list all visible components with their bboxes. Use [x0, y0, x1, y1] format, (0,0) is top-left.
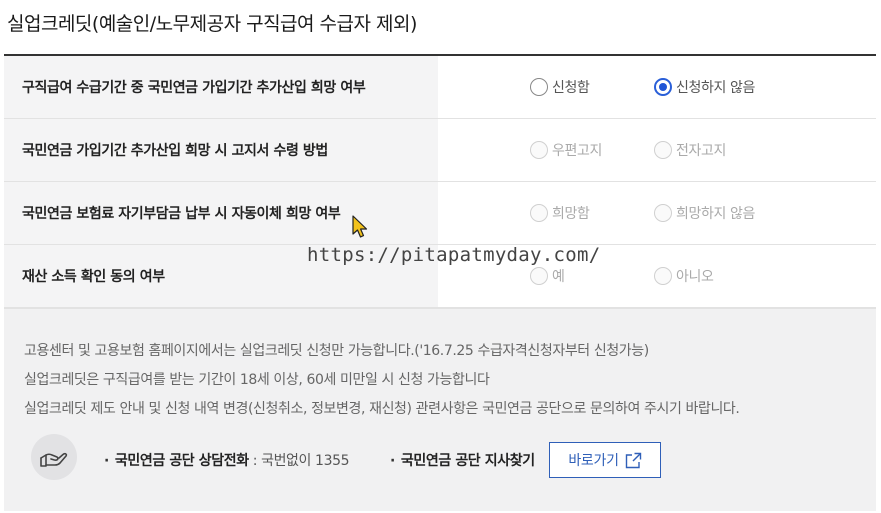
- radio-label: 전자고지: [676, 143, 726, 159]
- row-label-cell: 구직급여 수급기간 중 국민연금 가입기간 추가산입 희망 여부: [4, 56, 438, 118]
- bullet-dot: ·: [104, 453, 109, 469]
- go-button[interactable]: 바로가기: [549, 442, 661, 478]
- radio-label: 예: [552, 269, 565, 285]
- radio-postal-bill[interactable]: 우편고지: [530, 139, 602, 161]
- helping-hand-icon: [31, 434, 77, 480]
- row-label-cell: 국민연금 가입기간 추가산입 희망 시 고지서 수령 방법: [4, 119, 438, 181]
- contact-branch: · 국민연금 공단 지사찾기: [390, 450, 535, 470]
- watermark-url: https://pitapatmyday.com/: [307, 244, 601, 266]
- form-row-bill-method: 국민연금 가입기간 추가산입 희망 시 고지서 수령 방법 우편고지 전자고지: [4, 119, 876, 182]
- radio-apply[interactable]: 신청함: [530, 76, 590, 98]
- info-box: 고용센터 및 고용보험 홈페이지에서는 실업크레딧 신청만 가능합니다.('16…: [4, 308, 876, 511]
- page-title: 실업크레딧(예술인/노무제공자 구직급여 수급자 제외): [7, 13, 417, 35]
- radio-not-want[interactable]: 희망하지 않음: [654, 202, 755, 224]
- radio-label: 우편고지: [552, 143, 602, 159]
- contact-phone-label: 국민연금 공단 상담전화: [114, 453, 249, 469]
- radio-label: 신청함: [552, 80, 590, 96]
- bullet-dot: ·: [390, 453, 395, 469]
- go-button-label: 바로가기: [568, 453, 619, 469]
- radio-circle[interactable]: [654, 267, 672, 285]
- info-note: 실업크레딧 제도 안내 및 신청 내역 변경(신청취소, 정보변경, 재신청) …: [24, 401, 740, 417]
- radio-circle[interactable]: [654, 204, 672, 222]
- radio-label: 희망하지 않음: [676, 206, 755, 222]
- row-label: 재산 소득 확인 동의 여부: [22, 269, 165, 285]
- radio-circle[interactable]: [530, 78, 548, 96]
- info-note: 고용센터 및 고용보험 홈페이지에서는 실업크레딧 신청만 가능합니다.('16…: [24, 343, 649, 359]
- info-note: 실업크레딧은 구직급여를 받는 기간이 18세 이상, 60세 미만일 시 신청…: [24, 372, 490, 388]
- radio-not-apply[interactable]: 신청하지 않음: [654, 76, 755, 98]
- radio-want[interactable]: 희망함: [530, 202, 590, 224]
- row-label: 국민연금 보험료 자기부담금 납부 시 자동이체 희망 여부: [22, 206, 341, 222]
- radio-label: 희망함: [552, 206, 590, 222]
- radio-electronic-bill[interactable]: 전자고지: [654, 139, 726, 161]
- mouse-cursor-icon: [352, 215, 368, 238]
- row-label: 국민연금 가입기간 추가산입 희망 시 고지서 수령 방법: [22, 143, 328, 159]
- contact-branch-label: 국민연금 공단 지사찾기: [400, 453, 535, 469]
- radio-circle[interactable]: [530, 204, 548, 222]
- contact-phone-value: : 국번없이 1355: [248, 453, 350, 469]
- radio-circle[interactable]: [530, 141, 548, 159]
- contact-phone: · 국민연금 공단 상담전화 : 국번없이 1355: [104, 450, 349, 470]
- radio-circle-selected[interactable]: [654, 78, 672, 96]
- row-label: 구직급여 수급기간 중 국민연금 가입기간 추가산입 희망 여부: [22, 80, 366, 96]
- radio-label: 아니오: [676, 269, 714, 285]
- radio-yes[interactable]: 예: [530, 265, 565, 287]
- form-row-auto-transfer: 국민연금 보험료 자기부담금 납부 시 자동이체 희망 여부 희망함 희망하지 …: [4, 182, 876, 245]
- radio-no[interactable]: 아니오: [654, 265, 714, 287]
- radio-circle[interactable]: [654, 141, 672, 159]
- credit-form-table: 구직급여 수급기간 중 국민연금 가입기간 추가산입 희망 여부 신청함 신청하…: [4, 56, 876, 308]
- radio-label: 신청하지 않음: [676, 80, 755, 96]
- row-label-cell: 국민연금 보험료 자기부담금 납부 시 자동이체 희망 여부: [4, 182, 438, 244]
- form-row-pension-period: 구직급여 수급기간 중 국민연금 가입기간 추가산입 희망 여부 신청함 신청하…: [4, 56, 876, 119]
- external-link-icon: [625, 452, 641, 468]
- radio-circle[interactable]: [530, 267, 548, 285]
